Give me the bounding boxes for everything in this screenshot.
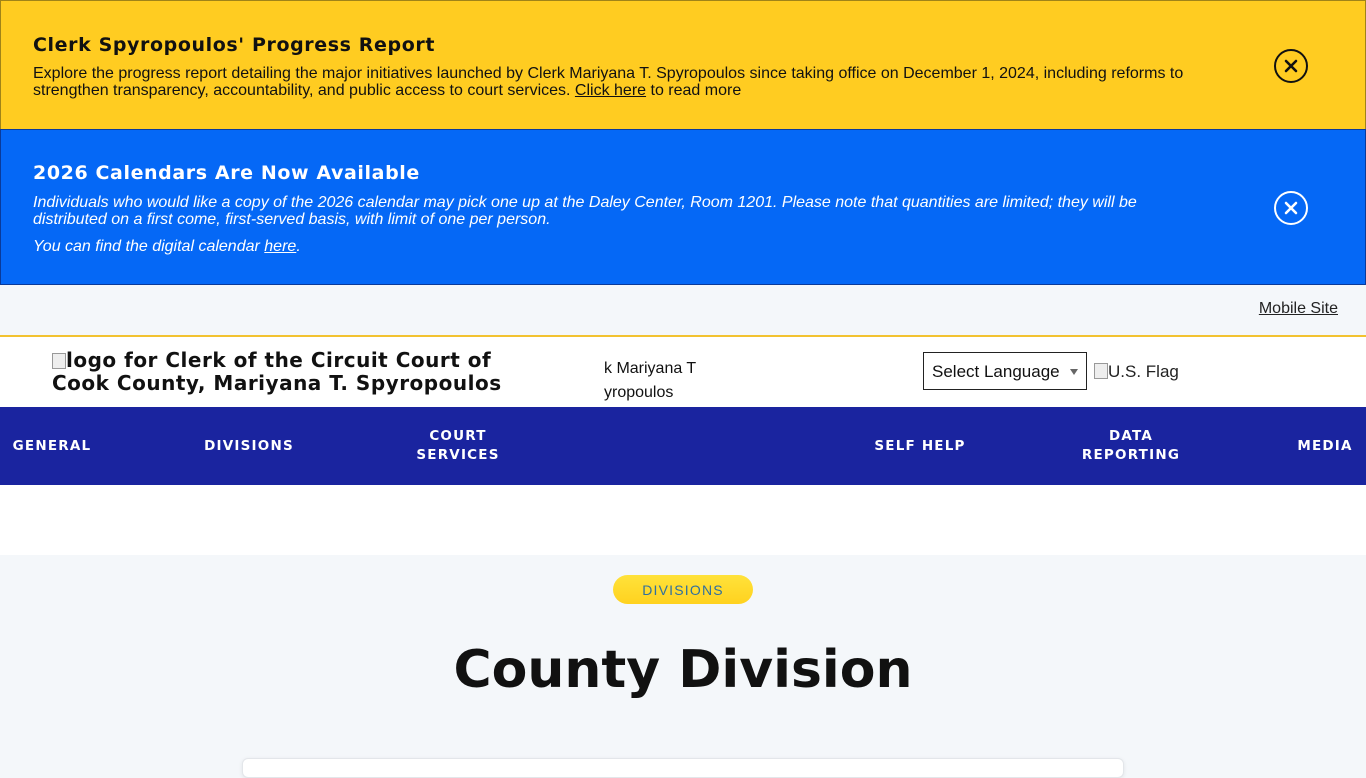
divisions-badge[interactable]: DIVISIONS	[613, 575, 753, 604]
site-logo[interactable]: logo for Clerk of the Circuit Court of C…	[52, 349, 512, 395]
progress-alert-suffix: to read more	[646, 82, 742, 99]
calendar-alert: 2026 Calendars Are Now Available Individ…	[0, 129, 1366, 285]
language-select[interactable]: Select Language	[923, 352, 1087, 390]
main-content: DIVISIONS County Division	[0, 555, 1366, 778]
nav-court-services[interactable]: COURT SERVICES	[410, 407, 506, 485]
portrait-alt-line2: yropoulos	[604, 384, 674, 401]
close-icon	[1284, 59, 1298, 73]
calendar-alert-link[interactable]: here	[264, 238, 296, 255]
mobile-site-link[interactable]: Mobile Site	[1259, 300, 1338, 318]
us-flag-image: U.S. Flag	[1094, 362, 1179, 382]
broken-image-icon	[52, 353, 66, 369]
portrait-alt-line1: k Mariyana T	[604, 360, 697, 377]
nav-general[interactable]: GENERAL	[0, 407, 104, 485]
progress-alert-link[interactable]: Click here	[575, 82, 646, 99]
nav-data-reporting[interactable]: DATA REPORTING	[1078, 407, 1184, 485]
content-card	[242, 758, 1124, 778]
clerk-portrait-image: k Mariyana T yropoulos	[604, 357, 720, 401]
header-spacer	[0, 485, 1366, 555]
close-icon	[1284, 201, 1298, 215]
nav-self-help[interactable]: SELF HELP	[866, 407, 974, 485]
main-navigation: GENERAL DIVISIONS COURT SERVICES SELF HE…	[0, 407, 1366, 485]
progress-report-alert: Clerk Spyropoulos' Progress Report Explo…	[0, 0, 1366, 130]
progress-alert-title: Clerk Spyropoulos' Progress Report	[33, 34, 436, 56]
progress-alert-close-button[interactable]	[1274, 49, 1308, 83]
progress-alert-body: Explore the progress report detailing th…	[33, 65, 1213, 99]
calendar-alert-suffix: .	[296, 238, 301, 255]
calendar-alert-body: Individuals who would like a copy of the…	[33, 194, 1137, 228]
utility-bar: Mobile Site	[0, 285, 1366, 337]
calendar-alert-prefix: You can find the digital calendar	[33, 238, 265, 255]
site-header: logo for Clerk of the Circuit Court of C…	[0, 337, 1366, 407]
chevron-down-icon	[1070, 369, 1078, 375]
logo-alt-text: logo for Clerk of the Circuit Court of C…	[52, 348, 502, 395]
nav-media[interactable]: MEDIA	[1290, 407, 1360, 485]
language-select-value: Select Language	[932, 362, 1060, 381]
calendar-alert-close-button[interactable]	[1274, 191, 1308, 225]
flag-alt-text: U.S. Flag	[1108, 362, 1179, 381]
calendar-alert-body2: You can find the digital calendar here.	[33, 238, 1213, 255]
page-title: County Division	[453, 640, 913, 700]
calendar-alert-title: 2026 Calendars Are Now Available	[33, 162, 420, 184]
nav-divisions[interactable]: DIVISIONS	[195, 407, 303, 485]
broken-image-icon	[1094, 363, 1108, 379]
